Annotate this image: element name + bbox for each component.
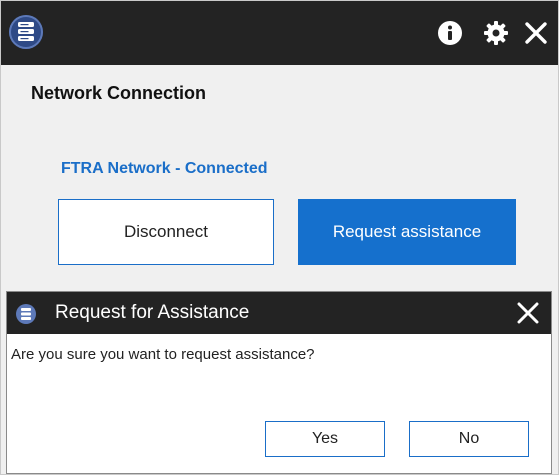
- dialog-title: Request for Assistance: [55, 302, 250, 323]
- yes-button[interactable]: Yes: [265, 421, 385, 457]
- request-assistance-dialog: Request for Assistance Are you sure you …: [6, 291, 552, 474]
- title-bar: [1, 1, 558, 65]
- dialog-message: Are you sure you want to request assista…: [11, 346, 315, 363]
- close-icon[interactable]: [520, 17, 552, 49]
- server-stack-icon: [16, 304, 36, 329]
- info-circle-icon[interactable]: [434, 17, 466, 49]
- gear-icon[interactable]: [480, 17, 512, 49]
- server-stack-icon: [9, 15, 43, 49]
- dialog-title-bar: Request for Assistance: [7, 292, 551, 334]
- network-connection-window: Network Connection FTRA Network - Connec…: [0, 0, 559, 475]
- disconnect-button[interactable]: Disconnect: [58, 199, 274, 265]
- no-button[interactable]: No: [409, 421, 529, 457]
- request-assistance-button[interactable]: Request assistance: [298, 199, 516, 265]
- dialog-close-icon[interactable]: [513, 298, 543, 328]
- panel-title: Network Connection: [31, 83, 207, 103]
- connection-status: FTRA Network - Connected: [61, 160, 268, 177]
